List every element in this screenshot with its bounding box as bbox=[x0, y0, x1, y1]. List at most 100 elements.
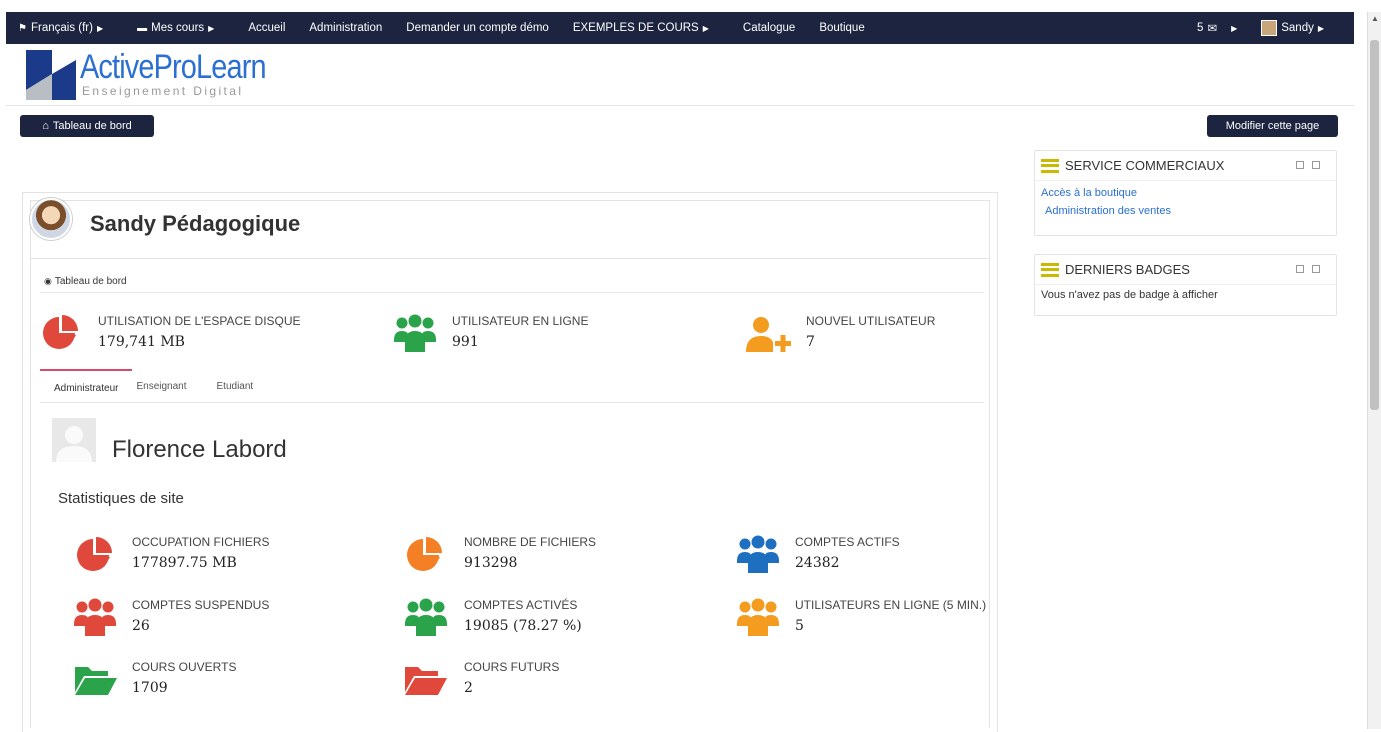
collapse-icon[interactable] bbox=[1296, 265, 1304, 273]
tab-administrateur[interactable]: Administrateur bbox=[40, 369, 133, 402]
user-menu-label: Sandy bbox=[1281, 22, 1314, 34]
dashboard-button-label: Tableau de bord bbox=[52, 120, 132, 132]
nav-administration[interactable]: Administration bbox=[297, 22, 394, 34]
nav-label: Boutique bbox=[819, 22, 865, 34]
profile-avatar[interactable] bbox=[30, 198, 72, 240]
stat-label: COMPTES ACTIVÉS bbox=[464, 598, 578, 612]
nav-label: Français (fr) bbox=[30, 22, 93, 34]
users-icon bbox=[405, 598, 447, 636]
no-badges-text: Vous n'avez pas de badge à afficher bbox=[1041, 289, 1218, 301]
nav-label: Accueil bbox=[248, 22, 286, 34]
nav-shop[interactable]: Boutique bbox=[807, 22, 876, 34]
default-user-icon bbox=[52, 418, 96, 462]
stat-active-accounts: COMPTES ACTIFS 24382 bbox=[795, 535, 900, 571]
logo-header: ActiveProLearn Enseignement Digital bbox=[6, 44, 1354, 106]
nav-home[interactable]: Accueil bbox=[236, 22, 297, 34]
nav-my-courses[interactable]: ▬ Mes cours ▶ bbox=[125, 22, 226, 34]
stat-new-user: NOUVEL UTILISATEUR 7 bbox=[806, 314, 935, 350]
stat-files-occupation: OCCUPATION FICHIERS 177897.75 MB bbox=[132, 535, 270, 571]
block-controls bbox=[1296, 161, 1320, 169]
messages-menu[interactable]: 5 ✉ ▶ bbox=[1197, 21, 1237, 35]
stat-label: UTILISATEUR EN LIGNE bbox=[452, 314, 589, 328]
user-plus-icon bbox=[746, 317, 791, 352]
stat-label: COMPTES ACTIFS bbox=[795, 535, 900, 549]
block-header: DERNIERS BADGES bbox=[1035, 255, 1336, 285]
stat-online-5min: UTILISATEURS EN LIGNE (5 MIN.) 5 bbox=[795, 598, 986, 634]
folder-open-icon bbox=[75, 667, 117, 695]
collapse-icon[interactable] bbox=[1296, 161, 1304, 169]
logo-icon[interactable] bbox=[26, 50, 76, 100]
nav-language[interactable]: ⚑ Français (fr) ▶ bbox=[6, 22, 115, 34]
stat-value: 991 bbox=[452, 334, 479, 350]
logo-subtitle: Enseignement Digital bbox=[82, 84, 244, 98]
dashboard-icon: ◉ bbox=[44, 276, 52, 286]
tab-enseignant[interactable]: Enseignant bbox=[132, 369, 200, 402]
users-icon bbox=[737, 535, 779, 573]
site-stats-title: Statistiques de site bbox=[58, 490, 184, 507]
tab-etudiant[interactable]: Etudiant bbox=[201, 369, 268, 402]
block-controls bbox=[1296, 265, 1320, 273]
stat-suspended-accounts: COMPTES SUSPENDUS 26 bbox=[132, 598, 269, 634]
home-icon: ⌂ bbox=[42, 120, 49, 132]
stat-label: NOUVEL UTILISATEUR bbox=[806, 314, 936, 328]
user-menu[interactable]: Sandy ▶ bbox=[1261, 20, 1324, 36]
dock-icon[interactable] bbox=[1312, 265, 1320, 273]
nav-catalogue[interactable]: Catalogue bbox=[731, 22, 807, 34]
stat-value: 1709 bbox=[132, 680, 168, 696]
briefcase-icon: ▬ bbox=[137, 22, 148, 34]
pie-chart-icon bbox=[43, 315, 78, 349]
stat-label: COURS OUVERTS bbox=[132, 660, 237, 674]
nav-request-demo[interactable]: Demander un compte démo bbox=[394, 22, 561, 34]
nav-label: Administration bbox=[309, 22, 383, 34]
folder-open-icon bbox=[405, 667, 447, 695]
messages-count: 5 bbox=[1197, 22, 1204, 34]
stat-online-users: UTILISATEUR EN LIGNE 991 bbox=[452, 314, 588, 350]
nav-label: Mes cours bbox=[151, 22, 205, 34]
nav-course-examples[interactable]: EXEMPLES DE COURS ▶ bbox=[561, 22, 721, 34]
stat-value: 179,741 MB bbox=[98, 334, 185, 350]
user-avatar-mini bbox=[1261, 20, 1278, 36]
envelope-icon: ✉ bbox=[1207, 23, 1218, 35]
navbar-right: 5 ✉ ▶ Sandy ▶ bbox=[1197, 12, 1324, 44]
link-shop-access[interactable]: Accès à la boutique bbox=[1035, 184, 1336, 202]
scrollbar-thumb[interactable] bbox=[1370, 40, 1379, 410]
block-header: SERVICE COMMERCIAUX bbox=[1035, 151, 1336, 181]
block-service-commercial: SERVICE COMMERCIAUX Accès à la boutique … bbox=[1034, 150, 1337, 236]
caret-right-icon: ▶ bbox=[1317, 23, 1324, 33]
stat-label: UTILISATEURS EN LIGNE (5 MIN.) bbox=[795, 598, 987, 612]
stat-future-courses: COURS FUTURS 2 bbox=[464, 660, 559, 696]
stat-disk-usage: UTILISATION DE L'ESPACE DISQUE 179,741 M… bbox=[98, 314, 301, 350]
edit-page-button[interactable]: Modifier cette page bbox=[1207, 115, 1338, 137]
stat-files-count: NOMBRE DE FICHIERS 913298 bbox=[464, 535, 596, 571]
stat-value: 2 bbox=[464, 680, 473, 696]
nav-label: EXEMPLES DE COURS bbox=[572, 22, 699, 34]
divider bbox=[40, 292, 984, 293]
link-sales-admin[interactable]: Administration des ventes bbox=[1035, 202, 1336, 220]
stat-open-courses: COURS OUVERTS 1709 bbox=[132, 660, 236, 696]
page-scrollbar[interactable]: ▲ bbox=[1367, 12, 1381, 729]
users-icon bbox=[737, 598, 779, 636]
stat-label: COMPTES SUSPENDUS bbox=[132, 598, 270, 612]
menu-icon[interactable] bbox=[1041, 158, 1059, 173]
role-tabs: Administrateur Enseignant Etudiant bbox=[40, 369, 984, 403]
stat-value: 7 bbox=[806, 334, 815, 350]
user-avatar-placeholder[interactable] bbox=[52, 418, 96, 462]
main-nav: ⚑ Français (fr) ▶ ▬ Mes cours ▶ Accueil … bbox=[6, 12, 877, 44]
nav-label: Catalogue bbox=[742, 22, 796, 34]
caret-right-icon: ▶ bbox=[96, 23, 104, 33]
profile-name: Sandy Pédagogique bbox=[90, 211, 301, 236]
stat-label: OCCUPATION FICHIERS bbox=[132, 535, 270, 549]
caret-right-icon: ▶ bbox=[208, 23, 215, 33]
logo-title[interactable]: ActiveProLearn bbox=[80, 48, 267, 87]
stat-label: COURS FUTURS bbox=[464, 660, 560, 674]
breadcrumb[interactable]: ◉ Tableau de bord bbox=[44, 276, 127, 287]
stat-label: UTILISATION DE L'ESPACE DISQUE bbox=[98, 314, 301, 328]
menu-icon[interactable] bbox=[1041, 262, 1059, 277]
stat-value: 19085 (78.27 %) bbox=[464, 618, 582, 634]
edit-page-button-label: Modifier cette page bbox=[1225, 120, 1320, 132]
dashboard-button[interactable]: ⌂ Tableau de bord bbox=[20, 115, 154, 137]
dock-icon[interactable] bbox=[1312, 161, 1320, 169]
stat-value: 5 bbox=[795, 618, 804, 634]
scroll-up-arrow-icon[interactable]: ▲ bbox=[1371, 14, 1379, 23]
breadcrumb-label: Tableau de bord bbox=[54, 276, 127, 287]
